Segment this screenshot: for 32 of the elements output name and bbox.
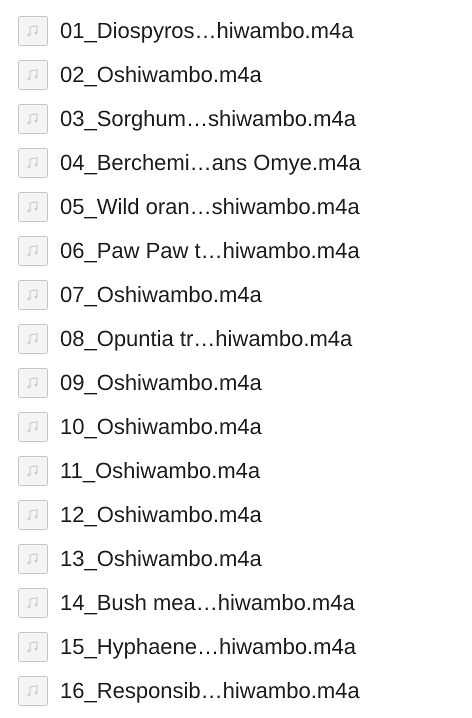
audio-file-icon (18, 280, 48, 310)
audio-file-icon (18, 412, 48, 442)
file-name[interactable]: 02_Oshiwambo.m4a (60, 62, 262, 88)
file-name[interactable]: 10_Oshiwambo.m4a (60, 414, 262, 440)
audio-file-icon (18, 588, 48, 618)
file-name[interactable]: 14_Bush mea…hiwambo.m4a (60, 590, 355, 616)
file-name[interactable]: 13_Oshiwambo.m4a (60, 546, 262, 572)
file-name[interactable]: 01_Diospyros…hiwambo.m4a (60, 18, 354, 44)
audio-file-icon (18, 676, 48, 706)
file-name[interactable]: 15_Hyphaene…hiwambo.m4a (60, 634, 356, 660)
file-name[interactable]: 03_Sorghum…shiwambo.m4a (60, 106, 356, 132)
audio-file-icon (18, 324, 48, 354)
file-name[interactable]: 16_Responsib…hiwambo.m4a (60, 678, 360, 704)
audio-file-icon (18, 544, 48, 574)
file-name[interactable]: 09_Oshiwambo.m4a (60, 370, 262, 396)
audio-file-icon (18, 368, 48, 398)
file-name[interactable]: 11_Oshiwambo.m4a (60, 458, 260, 484)
file-name[interactable]: 07_Oshiwambo.m4a (60, 282, 262, 308)
file-name[interactable]: 12_Oshiwambo.m4a (60, 502, 262, 528)
audio-file-icon (18, 60, 48, 90)
audio-file-icon (18, 148, 48, 178)
audio-file-icon (18, 236, 48, 266)
audio-file-icon (18, 192, 48, 222)
file-name[interactable]: 06_Paw Paw t…hiwambo.m4a (60, 238, 360, 264)
audio-file-icon (18, 456, 48, 486)
audio-file-icon (18, 500, 48, 530)
file-name[interactable]: 05_Wild oran…shiwambo.m4a (60, 194, 360, 220)
file-name[interactable]: 08_Opuntia tr…hiwambo.m4a (60, 326, 352, 352)
audio-file-icon (18, 632, 48, 662)
audio-file-icon (18, 104, 48, 134)
audio-file-icon (18, 16, 48, 46)
file-name[interactable]: 04_Berchemi…ans Omye.m4a (60, 150, 361, 176)
